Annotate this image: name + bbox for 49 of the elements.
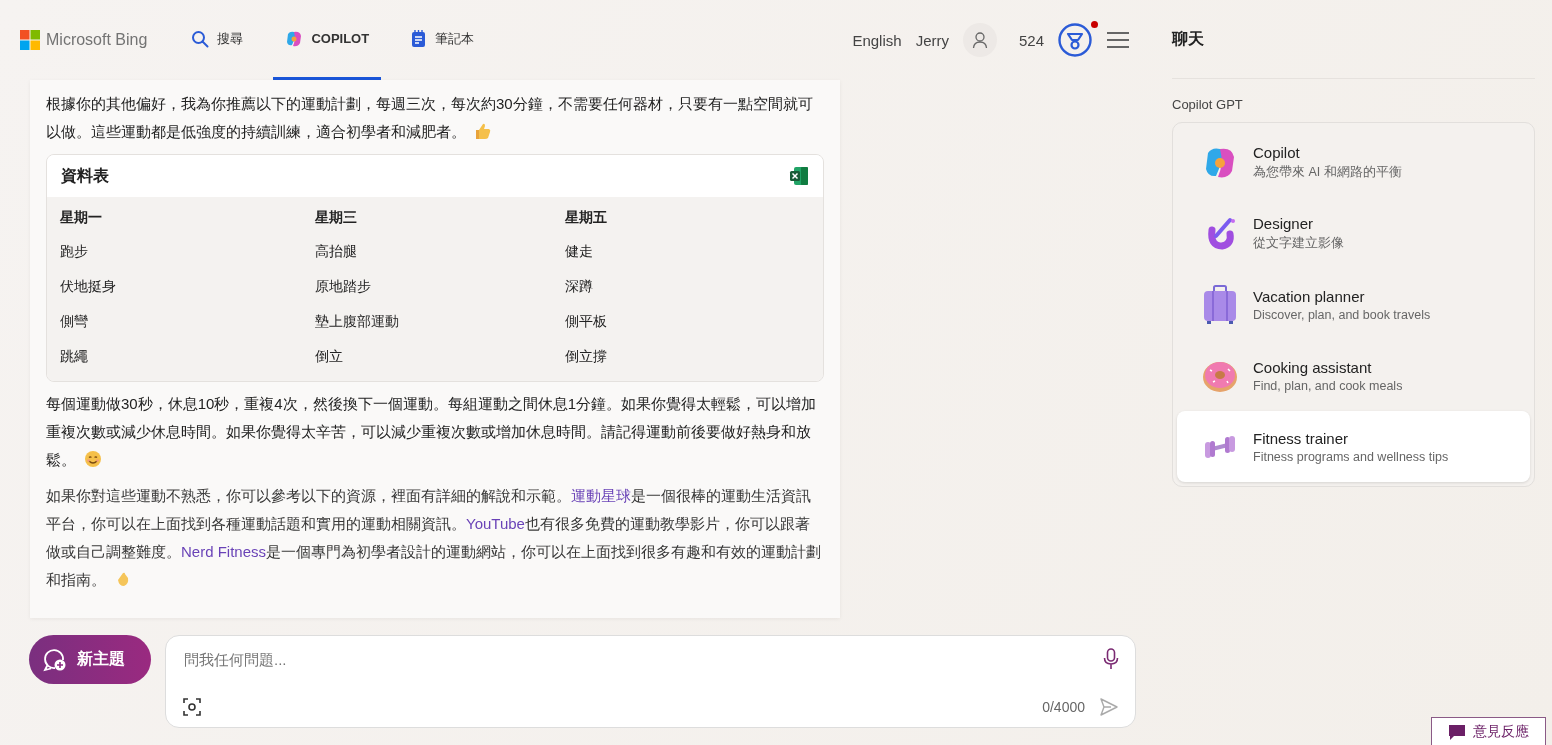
message-paragraph: 每個運動做30秒，休息10秒，重複4次，然後換下一個運動。每組運動之間休息1分鐘。如果你覺得太輕鬆，可以增加重複次數或減少休息時間。如果你覺得太辛苦，可以減少重複次數或增加休息時間。請記得運動前後要做好熱身和放鬆。 <box>46 394 818 470</box>
message-paragraph: 根據你的其他偏好，我為你推薦以下的運動計劃，每週三次，每次約30分鐘，不需要任何器材，只要有一點空間就可以做。這些運動都是低強度的持續訓練，適合初學者和減肥者。 <box>46 94 814 142</box>
gpt-item[interactable]: Cooking assistant Find, plan, and cook meals <box>1177 340 1530 411</box>
table-cell-text: 跑步 <box>59 242 89 261</box>
gpt-item[interactable]: Fitness trainer Fitness programs and wellness tips <box>1177 411 1530 482</box>
points-count: 524 <box>1018 31 1044 49</box>
brand-name[interactable]: Microsoft Bing <box>46 31 148 49</box>
language-link[interactable]: English <box>852 31 902 49</box>
table-cell-text: 倒立 <box>314 347 344 366</box>
message-paragraph: 如果你對這些運動不熟悉，你可以參考以下的資源，裡面有詳細的解說和示範。運動星球是一個很棒的運動生活資訊平台，你可以在上面找到各種運動話題和實用的運動相關資訊。YouTube也有很多免費的運動教學影片，你可以跟著做或自己調整難度。Nerd Fitness是一個專門為初學者設計的運動網站，你可以在上面找到很多有趣和有效的運動計劃和指南。 <box>46 486 823 590</box>
table-cell-text: 深蹲 <box>564 277 594 296</box>
panel-title: 聊天 <box>1172 28 1204 49</box>
column-header: 星期一 <box>59 208 103 227</box>
gpt-description: Discover, plan, and book travels <box>1253 307 1431 322</box>
source-link[interactable]: Nerd Fitness <box>181 543 267 560</box>
table-cell-text: 倒立撐 <box>564 347 608 366</box>
gpt-item[interactable]: Vacation planner Discover, plan, and book travels <box>1177 269 1530 340</box>
nav-tab[interactable]: 搜尋 <box>179 0 256 80</box>
new-topic-button[interactable]: 新主題 <box>29 635 151 684</box>
table-cell-text: 跳繩 <box>59 347 89 366</box>
feedback-button[interactable]: 意見反應 <box>1431 717 1546 745</box>
nav-tab[interactable]: 筆記本 <box>399 0 487 80</box>
gpt-name: Fitness trainer <box>1253 429 1350 447</box>
chat-input-field[interactable]: 問我任何問題... <box>182 649 1089 669</box>
section-label: Copilot GPT <box>1172 97 1244 112</box>
character-counter: 0/4000 <box>1042 699 1085 715</box>
column-header: 星期五 <box>564 208 608 227</box>
gpt-description: Find, plan, and cook meals <box>1253 378 1403 393</box>
table-cell-text: 原地踏步 <box>314 277 372 296</box>
gpt-name: Copilot <box>1253 144 1301 161</box>
table-cell-text: 墊上腹部運動 <box>314 312 400 331</box>
gpt-description: 為您帶來 AI 和網路的平衡 <box>1253 164 1402 181</box>
source-link[interactable]: YouTube <box>466 515 525 532</box>
gpt-item[interactable]: Copilot 為您帶來 AI 和網路的平衡 <box>1177 127 1530 198</box>
table-title: 資料表 <box>61 165 109 186</box>
table-cell-text: 側彎 <box>59 312 89 331</box>
table-cell-text: 側平板 <box>564 312 608 331</box>
source-link[interactable]: 運動星球 <box>571 487 631 504</box>
gpt-name: Designer <box>1253 215 1315 232</box>
column-header: 星期三 <box>314 208 358 227</box>
gpt-description: Fitness programs and wellness tips <box>1253 449 1449 464</box>
gpt-item[interactable]: Designer 從文字建立影像 <box>1177 198 1530 269</box>
gpt-name: Vacation planner <box>1253 287 1366 305</box>
gpt-name: Cooking assistant <box>1253 358 1373 376</box>
gpt-description: 從文字建立影像 <box>1253 235 1344 252</box>
table-cell-text: 高抬腿 <box>314 242 358 261</box>
user-name[interactable]: Jerry <box>915 31 949 49</box>
table-cell-text: 伏地挺身 <box>59 277 117 296</box>
table-cell-text: 健走 <box>564 242 594 261</box>
